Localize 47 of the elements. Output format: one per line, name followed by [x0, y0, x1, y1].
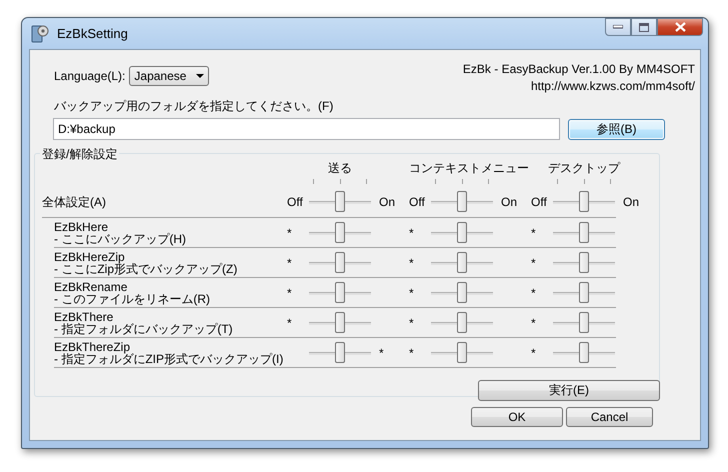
state-label: *	[287, 286, 292, 300]
state-label: *	[287, 256, 292, 270]
state-label: On	[501, 195, 518, 209]
folder-field[interactable]: D:¥backup	[53, 118, 560, 140]
state-label: *	[531, 226, 536, 240]
state-label: *	[531, 256, 536, 270]
column-header: 送る	[328, 161, 352, 175]
column-header: デスクトップ	[548, 161, 620, 175]
about-text: EzBk - EasyBackup Ver.1.00 By MM4SOFT	[462, 62, 695, 76]
state-label: On	[379, 195, 396, 209]
state-label: On	[623, 195, 640, 209]
state-label: *	[531, 316, 536, 330]
state-label: *	[409, 316, 414, 330]
state-label: *	[409, 226, 414, 240]
state-label: *	[287, 316, 292, 330]
folder-label: バックアップ用のフォルダを指定してください。(F)	[54, 98, 334, 115]
column-header: コンテキストメニュー	[409, 161, 529, 175]
group-title: 登録/解除設定	[40, 146, 120, 163]
language-dropdown[interactable]: Japanese	[129, 66, 210, 86]
state-label: Off	[531, 195, 547, 209]
item-name: EzBkHereZip	[54, 250, 126, 262]
state-label: Off	[287, 195, 303, 209]
language-label: Language(L):	[54, 69, 126, 83]
state-label: *	[409, 256, 414, 270]
item-description: - 指定フォルダにZIP形式でバックアップ(I)	[54, 352, 284, 364]
state-label: *	[531, 286, 536, 300]
state-label: Off	[409, 195, 425, 209]
state-label: *	[409, 286, 414, 300]
state-label: *	[409, 346, 414, 360]
state-label: *	[379, 346, 384, 360]
about-text: http://www.kzws.com/mm4soft/	[530, 79, 695, 93]
browse-button[interactable]: 参照(B)	[568, 118, 665, 140]
dialog-button[interactable]: Cancel	[566, 407, 653, 427]
item-name: EzBkRename	[54, 280, 128, 292]
state-label: *	[287, 226, 292, 240]
item-description: - このファイルをリネーム(R)	[54, 292, 211, 304]
row-label: 全体設定(A)	[42, 194, 106, 208]
run-button[interactable]: 実行(E)	[478, 380, 660, 401]
item-name: EzBkHere	[54, 220, 110, 232]
state-label: *	[531, 346, 536, 360]
dialog-button[interactable]: OK	[471, 407, 563, 427]
item-description: - ここにZip形式でバックアップ(Z)	[54, 262, 238, 274]
item-name: EzBkThereZip	[54, 340, 130, 352]
window-title: EzBkSetting	[57, 26, 128, 41]
item-name: EzBkThere	[54, 310, 114, 322]
item-description: - 指定フォルダにバックアップ(T)	[54, 322, 234, 334]
item-description: - ここにバックアップ(H)	[54, 232, 187, 244]
